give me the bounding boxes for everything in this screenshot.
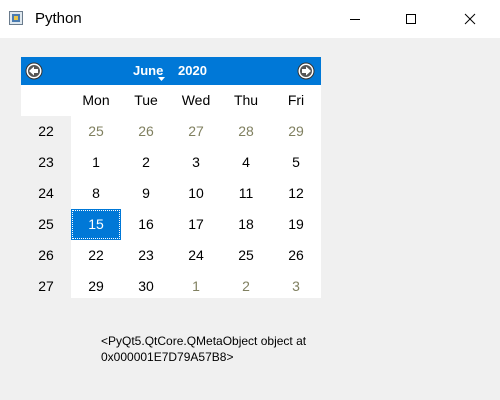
adjacent-month-day-cell[interactable]: 3 [271, 271, 321, 302]
weekday-header: Tue [134, 92, 158, 108]
adjacent-month-day-cell[interactable]: 1 [171, 271, 221, 302]
calendar-navigation-bar: June 2020 [21, 57, 321, 85]
close-icon [464, 13, 476, 25]
weekday-header-row: Mon Tue Wed Thu Fri [21, 85, 321, 116]
day-cell[interactable]: 5 [271, 147, 321, 178]
calendar-widget[interactable]: June 2020 Mon Tue Wed Thu Fri 22 23 24 2… [21, 57, 321, 298]
weekday-header: Mon [82, 92, 110, 108]
close-button[interactable] [447, 0, 493, 38]
week-number: 24 [38, 185, 54, 201]
week-number: 22 [38, 123, 54, 139]
day-cell[interactable]: 9 [121, 178, 171, 209]
maximize-icon [406, 14, 416, 24]
day-cell[interactable]: 25 [221, 240, 271, 271]
month-dropdown-arrow-icon [158, 77, 165, 81]
minimize-button[interactable] [332, 0, 378, 38]
week-number: 23 [38, 154, 54, 170]
selected-day-cell[interactable]: 15 [71, 209, 121, 240]
weekday-header: Wed [181, 92, 211, 108]
year-selector-button[interactable]: 2020 [178, 63, 207, 79]
weekday-header: Fri [287, 92, 305, 108]
adjacent-month-day-cell[interactable]: 28 [221, 116, 271, 147]
day-cell[interactable]: 3 [171, 147, 221, 178]
metaobject-output-label: <PyQt5.QtCore.QMetaObject object at 0x00… [101, 334, 307, 364]
day-cell[interactable]: 24 [171, 240, 221, 271]
day-cell[interactable]: 8 [71, 178, 121, 209]
calendar-day-grid: 25 26 27 28 29 1 2 3 4 5 8 9 10 11 12 15 16 17 18 19 22 23 24 2… [71, 116, 321, 298]
weekday-header: Thu [233, 92, 259, 108]
week-number-column: 22 23 24 25 26 27 [21, 116, 71, 298]
adjacent-month-day-cell[interactable]: 27 [171, 116, 221, 147]
day-cell[interactable]: 12 [271, 178, 321, 209]
next-month-icon[interactable] [297, 62, 315, 80]
day-cell[interactable]: 18 [221, 209, 271, 240]
minimize-icon [350, 19, 360, 20]
title-bar[interactable]: Python [0, 0, 500, 38]
week-number: 27 [38, 278, 54, 294]
day-cell[interactable]: 1 [71, 147, 121, 178]
day-cell[interactable]: 26 [271, 240, 321, 271]
day-cell[interactable]: 29 [71, 271, 121, 302]
day-cell[interactable]: 19 [271, 209, 321, 240]
day-cell[interactable]: 10 [171, 178, 221, 209]
maximize-button[interactable] [388, 0, 434, 38]
day-cell[interactable]: 4 [221, 147, 271, 178]
day-cell[interactable]: 23 [121, 240, 171, 271]
python-app-icon [9, 11, 23, 25]
day-cell[interactable]: 30 [121, 271, 171, 302]
week-number: 25 [38, 216, 54, 232]
adjacent-month-day-cell[interactable]: 29 [271, 116, 321, 147]
adjacent-month-day-cell[interactable]: 25 [71, 116, 121, 147]
window-title: Python [35, 10, 82, 27]
day-cell[interactable]: 11 [221, 178, 271, 209]
day-cell[interactable]: 22 [71, 240, 121, 271]
adjacent-month-day-cell[interactable]: 26 [121, 116, 171, 147]
week-number: 26 [38, 247, 54, 263]
adjacent-month-day-cell[interactable]: 2 [221, 271, 271, 302]
previous-month-icon[interactable] [25, 62, 43, 80]
day-cell[interactable]: 2 [121, 147, 171, 178]
day-cell[interactable]: 17 [171, 209, 221, 240]
day-cell[interactable]: 16 [121, 209, 171, 240]
